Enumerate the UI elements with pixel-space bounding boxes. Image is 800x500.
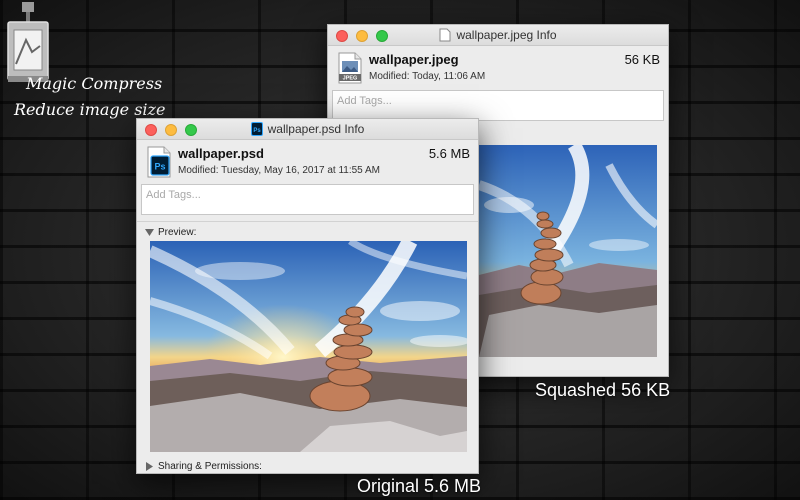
close-button[interactable] <box>336 30 348 42</box>
psd-badge-text: Ps <box>154 162 165 172</box>
sharing-section-toggle[interactable]: Sharing & Permissions: <box>137 456 478 473</box>
jpeg-badge-text: JPEG <box>343 76 358 82</box>
app-name: Magic Compress <box>26 74 163 93</box>
photoshop-file-icon: Ps <box>145 146 173 178</box>
close-button[interactable] <box>145 124 157 136</box>
photoshop-doc-icon: Ps <box>250 122 263 136</box>
disclosure-collapsed-icon <box>146 461 153 471</box>
tags-input[interactable]: Add Tags... <box>141 184 474 215</box>
zoom-button[interactable] <box>376 30 388 42</box>
preview-label: Preview: <box>158 226 197 238</box>
modified-date: Modified: Today, 11:06 AM <box>369 71 486 82</box>
tags-input[interactable]: Add Tags... <box>332 90 664 121</box>
compressed-size-caption: Squashed 56 KB <box>535 380 671 400</box>
window-title: wallpaper.psd Info <box>267 122 365 136</box>
jpeg-preview-image <box>479 145 657 357</box>
minimize-button[interactable] <box>356 30 368 42</box>
psd-window-titlebar[interactable]: Ps wallpaper.psd Info <box>137 119 478 140</box>
jpeg-file-icon: JPEG <box>336 52 364 84</box>
modified-date: Modified: Tuesday, May 16, 2017 at 11:55… <box>178 165 380 176</box>
file-size: 5.6 MB <box>428 146 470 161</box>
app-logo-icon <box>6 2 50 84</box>
minimize-button[interactable] <box>165 124 177 136</box>
file-name: wallpaper.psd <box>178 146 264 161</box>
svg-text:Ps: Ps <box>253 128 261 134</box>
psd-preview-image <box>150 241 467 452</box>
jpeg-window-titlebar[interactable]: wallpaper.jpeg Info <box>328 25 668 46</box>
preview-section-toggle[interactable]: Preview: <box>137 222 478 242</box>
file-name: wallpaper.jpeg <box>369 52 459 67</box>
disclosure-expanded-icon <box>145 228 154 236</box>
zoom-button[interactable] <box>185 124 197 136</box>
window-title: wallpaper.jpeg Info <box>456 28 557 42</box>
document-icon <box>439 28 451 42</box>
app-tagline: Reduce image size <box>14 100 166 119</box>
sharing-permissions-label: Sharing & Permissions: <box>158 460 262 472</box>
file-size: 56 KB <box>624 52 660 67</box>
psd-info-window: Ps wallpaper.psd Info Ps wallpaper.psd M… <box>136 118 479 474</box>
original-size-caption: Original 5.6 MB <box>357 476 482 496</box>
